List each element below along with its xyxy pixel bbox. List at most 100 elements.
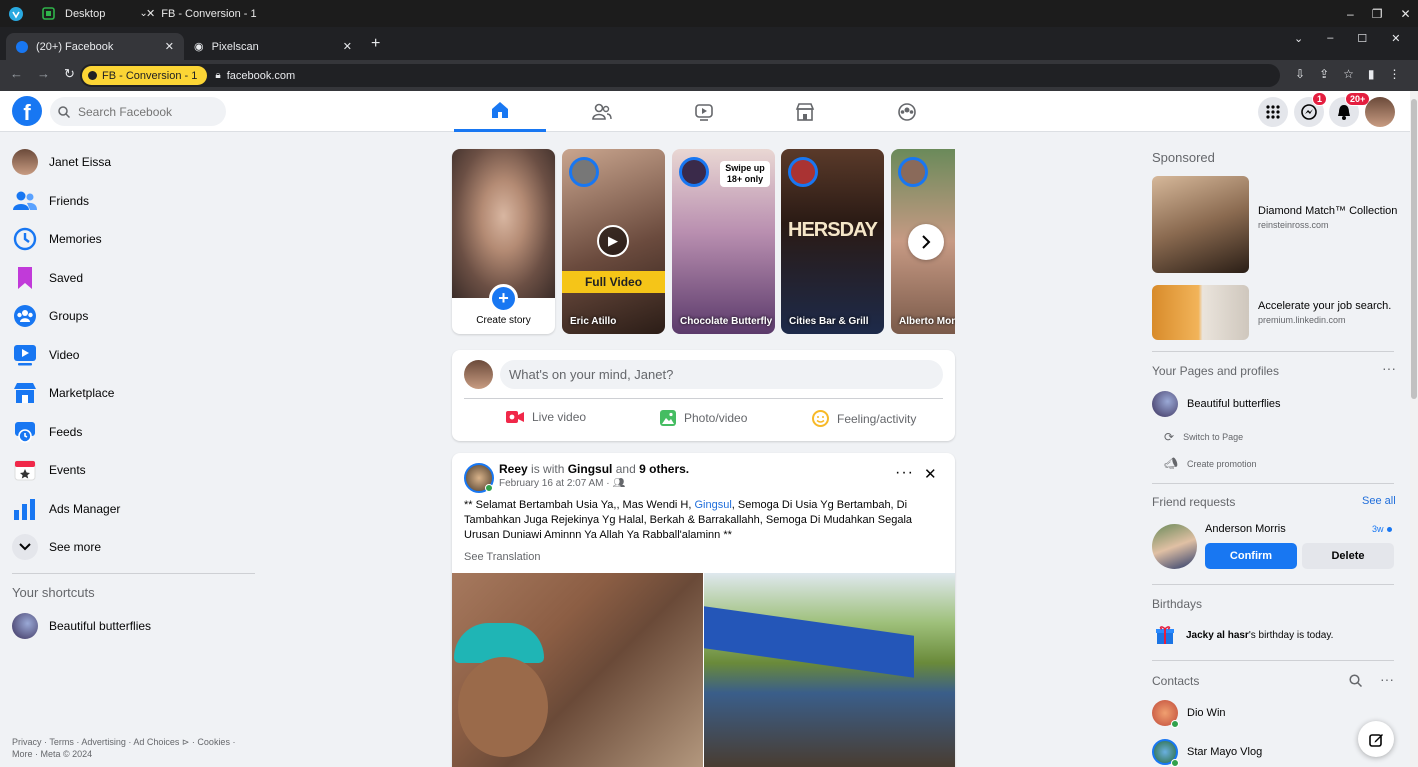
sidebar-item-memories[interactable]: Memories: [12, 220, 102, 258]
profile-extension-badge[interactable]: FB - Conversion - 1: [82, 66, 208, 85]
nav-home[interactable]: [454, 91, 546, 132]
stories-next-button[interactable]: [908, 224, 944, 260]
birthday-item[interactable]: Jacky al hasr's birthday is today.: [1155, 625, 1333, 645]
post-options-icon[interactable]: ···: [895, 464, 914, 482]
post-photo-left[interactable]: [452, 573, 703, 767]
notifications-button[interactable]: 20+: [1329, 92, 1371, 127]
scrollbar-thumb[interactable]: [1411, 99, 1417, 399]
sidepanel-icon[interactable]: ▮: [1368, 67, 1375, 81]
post-others[interactable]: 9 others.: [639, 462, 689, 476]
facebook-logo-icon[interactable]: f: [12, 96, 42, 126]
tab-close-icon[interactable]: ✕: [343, 40, 352, 53]
post-close-icon[interactable]: ✕: [924, 465, 937, 483]
sidebar-item-ads-manager[interactable]: Ads Manager: [12, 490, 120, 528]
nav-marketplace[interactable]: [759, 91, 851, 132]
see-all-link[interactable]: See all: [1362, 495, 1396, 507]
sidebar-item-profile[interactable]: Janet Eissa: [12, 143, 111, 181]
omnibox[interactable]: FB - Conversion - 1 🔒︎ facebook.com: [80, 64, 1280, 87]
post-photo-right[interactable]: [704, 573, 955, 767]
confirm-button[interactable]: Confirm: [1205, 543, 1297, 569]
new-message-button[interactable]: [1358, 721, 1394, 757]
pages-options-icon[interactable]: ···: [1382, 360, 1396, 376]
close-icon[interactable]: ✕: [1391, 32, 1400, 45]
ad-2[interactable]: Accelerate your job search. premium.link…: [1258, 299, 1408, 327]
ad-title[interactable]: Accelerate your job search.: [1258, 299, 1408, 313]
shortcut-item[interactable]: Beautiful butterflies: [12, 607, 151, 645]
search-box[interactable]: [50, 97, 226, 126]
messenger-button[interactable]: 1: [1294, 92, 1328, 127]
minimize-icon[interactable]: –: [1327, 32, 1333, 45]
install-icon[interactable]: ⇩: [1295, 67, 1305, 81]
request-avatar[interactable]: [1152, 524, 1197, 569]
bookmark-star-icon[interactable]: ☆: [1343, 67, 1354, 81]
photo-video-button[interactable]: Photo/video: [660, 410, 747, 426]
sidebar-item-feeds[interactable]: Feeds: [12, 413, 82, 451]
window-tab[interactable]: ✕ FB - Conversion - 1: [146, 0, 257, 27]
switch-to-page-button[interactable]: ⟳ Switch to Page: [1164, 430, 1243, 444]
story-card[interactable]: Swipe up 18+ only Chocolate Butterfly: [672, 149, 775, 334]
close-window-icon[interactable]: ✕: [1400, 7, 1410, 21]
ad-image-2[interactable]: [1152, 285, 1249, 340]
nav-groups[interactable]: [861, 91, 953, 132]
tab-search-icon[interactable]: ⌄: [1294, 32, 1303, 45]
story-card[interactable]: HERSDAY Cities Bar & Grill: [781, 149, 884, 334]
post-tagged[interactable]: Gingsul: [568, 462, 613, 476]
account-avatar[interactable]: [1365, 97, 1395, 127]
page-item[interactable]: Beautiful butterflies: [1152, 391, 1281, 417]
minimize-icon[interactable]: –: [1347, 7, 1354, 21]
url-text[interactable]: facebook.com: [227, 70, 295, 82]
live-video-button[interactable]: Live video: [506, 410, 586, 424]
tab-pixelscan[interactable]: ◉ Pixelscan ✕: [184, 33, 362, 60]
search-input[interactable]: [78, 104, 218, 119]
birthday-name[interactable]: Jacky al hasr: [1186, 630, 1249, 641]
close-icon[interactable]: ✕: [146, 7, 155, 20]
menu-grid-button[interactable]: [1258, 97, 1288, 127]
maximize-icon[interactable]: ☐: [1357, 32, 1367, 45]
contacts-search-icon[interactable]: [1349, 674, 1363, 690]
divider: [1152, 351, 1394, 352]
request-name[interactable]: Anderson Morris: [1205, 523, 1286, 535]
ad-title[interactable]: Diamond Match™ Collection: [1258, 204, 1398, 218]
contacts-options-icon[interactable]: ···: [1380, 671, 1394, 687]
contact-item[interactable]: Dio Win: [1152, 700, 1226, 726]
sidebar-item-video[interactable]: Video: [12, 336, 79, 374]
back-icon[interactable]: ←: [10, 66, 23, 82]
post-author[interactable]: Reey: [499, 462, 528, 476]
see-translation-link[interactable]: See Translation: [464, 551, 540, 563]
desktop-tab[interactable]: Desktop ⌄: [42, 0, 148, 27]
play-icon[interactable]: ▶: [597, 225, 629, 257]
delete-button[interactable]: Delete: [1302, 543, 1394, 569]
restore-icon[interactable]: ❐: [1372, 7, 1383, 21]
sidebar-item-saved[interactable]: Saved: [12, 259, 83, 297]
share-icon[interactable]: ⇪: [1319, 67, 1329, 81]
footer-line[interactable]: Privacy · Terms · Advertising · Ad Choic…: [12, 736, 235, 748]
feeling-activity-button[interactable]: Feeling/activity: [812, 410, 916, 427]
post-mention-link[interactable]: Gingsul: [695, 499, 732, 511]
reload-icon[interactable]: ↻: [64, 66, 75, 82]
sidebar-see-more[interactable]: See more: [12, 528, 101, 566]
lock-icon[interactable]: 🔒︎: [215, 70, 220, 81]
footer-line[interactable]: More · Meta © 2024: [12, 748, 235, 760]
sidebar-item-groups[interactable]: Groups: [12, 297, 88, 335]
plus-icon[interactable]: +: [489, 284, 518, 313]
sidebar-item-friends[interactable]: Friends: [12, 182, 89, 220]
ad-image-1[interactable]: [1152, 176, 1249, 273]
tab-close-icon[interactable]: ✕: [165, 40, 174, 53]
page-scrollbar[interactable]: [1410, 91, 1418, 767]
nav-friends[interactable]: [556, 91, 648, 132]
sidebar-item-marketplace[interactable]: Marketplace: [12, 374, 114, 412]
composer-input[interactable]: What's on your mind, Janet?: [500, 360, 943, 389]
sidebar-item-events[interactable]: Events: [12, 451, 86, 489]
post-time[interactable]: February 16 at 2:07 AM ·: [499, 478, 610, 489]
create-story-card[interactable]: + Create story: [452, 149, 555, 334]
footer-links[interactable]: Privacy · Terms · Advertising · Ad Choic…: [12, 736, 235, 760]
forward-icon[interactable]: →: [37, 66, 50, 82]
menu-dots-icon[interactable]: ⋮: [1389, 67, 1401, 81]
nav-watch[interactable]: [658, 91, 750, 132]
new-tab-icon[interactable]: +: [371, 35, 380, 53]
ad-1[interactable]: Diamond Match™ Collection reinsteinross.…: [1258, 204, 1398, 232]
tab-facebook[interactable]: (20+) Facebook ✕: [6, 33, 184, 60]
story-card[interactable]: ▶ Full Video Eric Atillo: [562, 149, 665, 334]
contact-item[interactable]: Star Mayo Vlog: [1152, 739, 1262, 765]
create-promotion-button[interactable]: 📣︎ Create promotion: [1164, 457, 1257, 470]
